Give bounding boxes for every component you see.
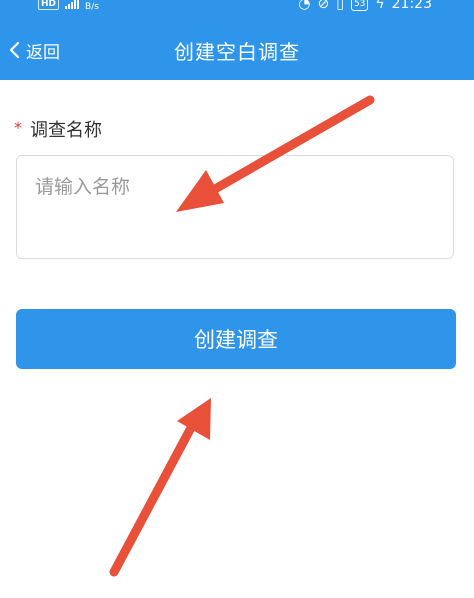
mute-icon: ⊘: [317, 0, 330, 12]
annotation-arrow-to-button: [109, 398, 211, 577]
battery-icon: 53: [350, 0, 369, 11]
annotation-arrows: [109, 95, 375, 577]
survey-name-input[interactable]: [16, 155, 454, 259]
hd-badge: HD: [38, 0, 60, 10]
clock-icon: ◔: [298, 0, 311, 12]
survey-name-label: 调查名称: [30, 120, 102, 141]
create-survey-button[interactable]: 创建调查: [16, 309, 456, 369]
nav-header: 返回 创建空白调查: [0, 16, 474, 80]
required-marker: *: [14, 118, 22, 137]
status-bar: HD B/s ◔ ⊘ ▯ 53 ϟ 21:23: [0, 0, 474, 16]
charging-icon: ϟ: [375, 0, 385, 12]
status-time: 21:23: [391, 0, 432, 12]
page-title: 创建空白调查: [174, 40, 300, 64]
status-right: ◔ ⊘ ▯ 53 ϟ 21:23: [298, 0, 432, 12]
vibrate-icon: ▯: [336, 0, 344, 12]
survey-name-label-row: * 调查名称: [14, 116, 102, 142]
network-speed-unit: B/s: [85, 2, 99, 12]
status-left: HD B/s: [38, 0, 99, 12]
signal-icon: [65, 0, 80, 9]
